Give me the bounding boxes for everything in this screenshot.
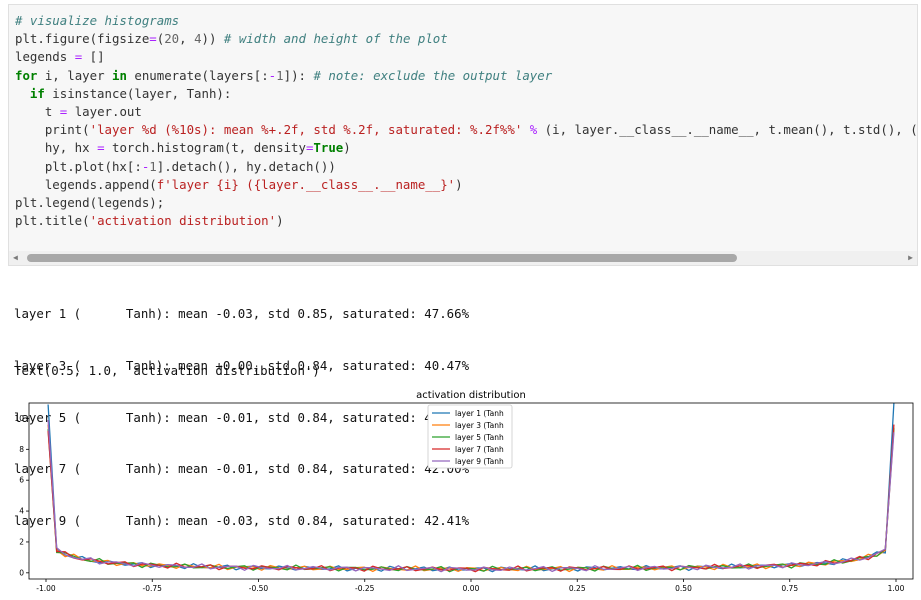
code-line: print('layer %d (%10s): mean %+.2f, std …	[15, 122, 918, 138]
code-editor[interactable]: # visualize histograms plt.figure(figsize…	[15, 12, 918, 230]
legend-entry: layer 1 (Tanh	[455, 409, 504, 418]
code-line: plt.title('activation distribution')	[15, 213, 284, 229]
code-cell[interactable]: # visualize histograms plt.figure(figsize…	[8, 4, 918, 266]
code-line: hy, hx = torch.histogram(t, density=True…	[15, 140, 351, 156]
x-tick-label: -0.75	[143, 584, 163, 593]
legend-entry: layer 5 (Tanh	[455, 433, 504, 442]
code-line: legends.append(f'layer {i} ({layer.__cla…	[15, 176, 463, 192]
y-tick-label: 10	[14, 414, 24, 423]
scroll-right-icon[interactable]: ▶	[908, 253, 913, 262]
x-tick-label: 0.00	[463, 584, 480, 593]
code-line: # visualize histograms	[15, 13, 180, 28]
code-line: legends = []	[15, 49, 105, 65]
y-tick-label: 0	[19, 568, 24, 577]
y-tick-label: 6	[19, 476, 24, 485]
x-tick-label: 0.25	[569, 584, 586, 593]
x-tick-label: 1.00	[888, 584, 905, 593]
code-line: t = layer.out	[15, 104, 142, 120]
code-line: plt.legend(legends);	[15, 195, 165, 211]
x-tick-label: 0.75	[781, 584, 798, 593]
scrollbar-thumb[interactable]	[27, 254, 737, 262]
cell-result: Text(0.5, 1.0, 'activation distribution'…	[14, 363, 320, 378]
x-tick-label: 0.50	[675, 584, 692, 593]
chart-title: activation distribution	[416, 390, 526, 401]
code-line: plt.figure(figsize=(20, 4)) # width and …	[15, 31, 448, 47]
x-tick-label: -1.00	[36, 584, 56, 593]
activation-histogram-chart: activation distribution layer 1 (Tanhlay…	[14, 390, 914, 593]
legend-entry: layer 7 (Tanh	[455, 445, 504, 454]
code-line: plt.plot(hx[:-1].detach(), hy.detach())	[15, 158, 336, 174]
x-tick-label: -0.50	[249, 584, 269, 593]
code-line: for i, layer in enumerate(layers[:-1]): …	[15, 67, 553, 83]
legend-entry: layer 3 (Tanh	[455, 421, 504, 430]
horizontal-scrollbar[interactable]: ◀ ▶	[9, 251, 917, 265]
scroll-left-icon[interactable]: ◀	[13, 253, 18, 262]
legend-entry: layer 9 (Tanh	[455, 457, 504, 466]
y-tick-label: 4	[19, 507, 24, 516]
x-tick-label: -0.25	[355, 584, 375, 593]
legend: layer 1 (Tanh layer 3 (Tanh layer 5 (Tanh l…	[427, 404, 513, 469]
y-tick-label: 8	[19, 445, 24, 454]
y-tick-label: 2	[19, 537, 24, 546]
output-line: layer 1 ( Tanh): mean -0.03, std 0.85, s…	[14, 306, 470, 322]
code-line: if isinstance(layer, Tanh):	[29, 85, 232, 101]
